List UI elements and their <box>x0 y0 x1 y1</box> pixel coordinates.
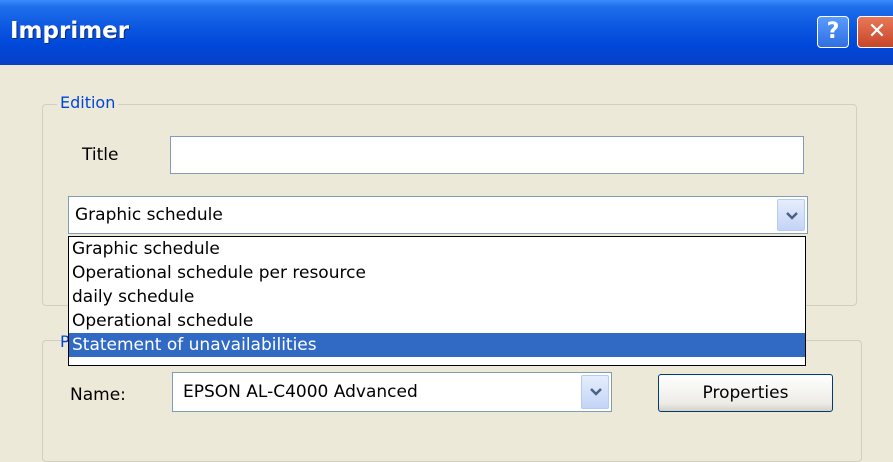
printer-dropdown-button[interactable] <box>581 375 609 409</box>
chevron-down-icon <box>786 212 798 220</box>
window-title: Imprimer <box>10 18 130 44</box>
printer-name-selected: EPSON AL-C4000 Advanced <box>183 382 418 402</box>
schedule-type-selected: Graphic schedule <box>75 205 223 225</box>
chevron-down-icon <box>590 388 602 396</box>
title-input[interactable] <box>170 136 804 174</box>
close-button[interactable]: ✕ <box>857 16 893 48</box>
schedule-type-dropdown-list: Graphic schedule Operational schedule pe… <box>68 236 806 366</box>
title-bar: Imprimer ? ✕ <box>0 0 893 65</box>
help-icon: ? <box>826 19 840 44</box>
list-item[interactable]: Graphic schedule <box>69 237 805 261</box>
list-item[interactable]: Operational schedule per resource <box>69 261 805 285</box>
list-item-highlighted[interactable]: Statement of unavailabilities <box>69 333 805 357</box>
schedule-type-combobox[interactable]: Graphic schedule <box>68 196 808 234</box>
properties-button[interactable]: Properties <box>658 374 833 412</box>
title-label: Title <box>82 145 119 165</box>
close-icon: ✕ <box>867 19 887 44</box>
help-button[interactable]: ? <box>817 16 849 48</box>
list-item[interactable]: daily schedule <box>69 285 805 309</box>
edition-legend: Edition <box>57 93 119 112</box>
schedule-dropdown-button[interactable] <box>777 199 805 231</box>
printer-name-label: Name: <box>70 385 126 405</box>
printer-name-combobox[interactable]: EPSON AL-C4000 Advanced <box>172 372 612 412</box>
list-item[interactable]: Operational schedule <box>69 309 805 333</box>
